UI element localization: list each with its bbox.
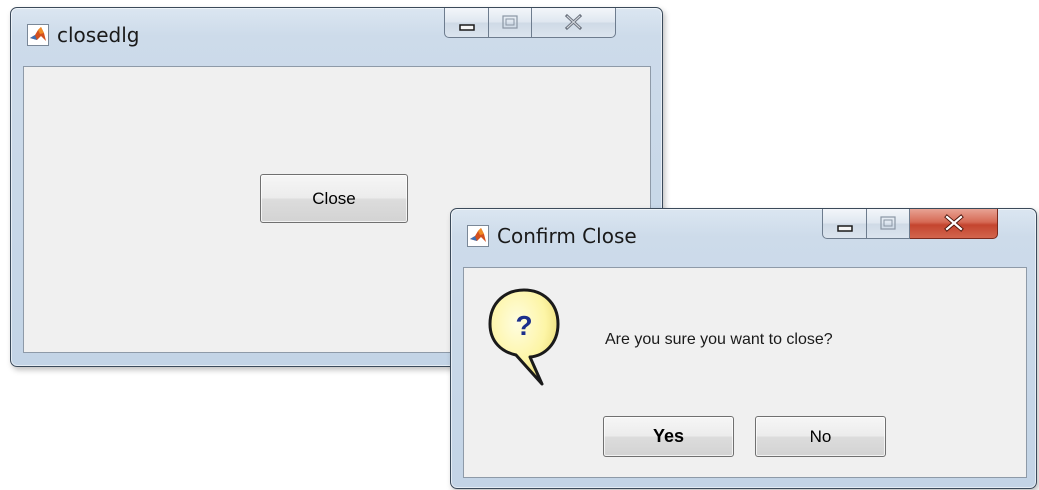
maximize-icon: [502, 15, 518, 29]
matlab-icon: [27, 24, 49, 46]
window-title: closedlg: [57, 23, 140, 47]
dialog-close-button[interactable]: [910, 209, 998, 239]
yes-button[interactable]: Yes: [603, 416, 734, 457]
maximize-button[interactable]: [489, 8, 532, 38]
minimize-icon: [459, 24, 475, 31]
minimize-icon: [837, 225, 853, 232]
close-icon: [564, 13, 583, 31]
dialog-minimize-button[interactable]: [822, 209, 867, 239]
matlab-icon: [467, 225, 489, 247]
confirm-message: Are you sure you want to close?: [605, 331, 833, 348]
confirm-client-area: ? Are you sure you want to close? Yes No: [463, 267, 1027, 478]
close-icon: [944, 214, 964, 232]
question-icon: ?: [488, 288, 560, 386]
minimize-button[interactable]: [444, 8, 489, 38]
dialog-maximize-button[interactable]: [867, 209, 910, 239]
no-button[interactable]: No: [755, 416, 886, 457]
caption-buttons: [444, 8, 616, 40]
dialog-title: Confirm Close: [497, 224, 637, 248]
confirm-close-dialog: Confirm Close ? Are you sure you want to…: [450, 208, 1037, 489]
close-button[interactable]: Close: [260, 174, 408, 223]
question-glyph: ?: [515, 310, 532, 341]
maximize-icon: [880, 216, 896, 230]
confirm-title-bar[interactable]: Confirm Close: [451, 209, 1036, 267]
dialog-caption-buttons: [822, 209, 998, 241]
close-window-button[interactable]: [532, 8, 616, 38]
closedlg-title-bar[interactable]: closedlg: [11, 8, 662, 66]
